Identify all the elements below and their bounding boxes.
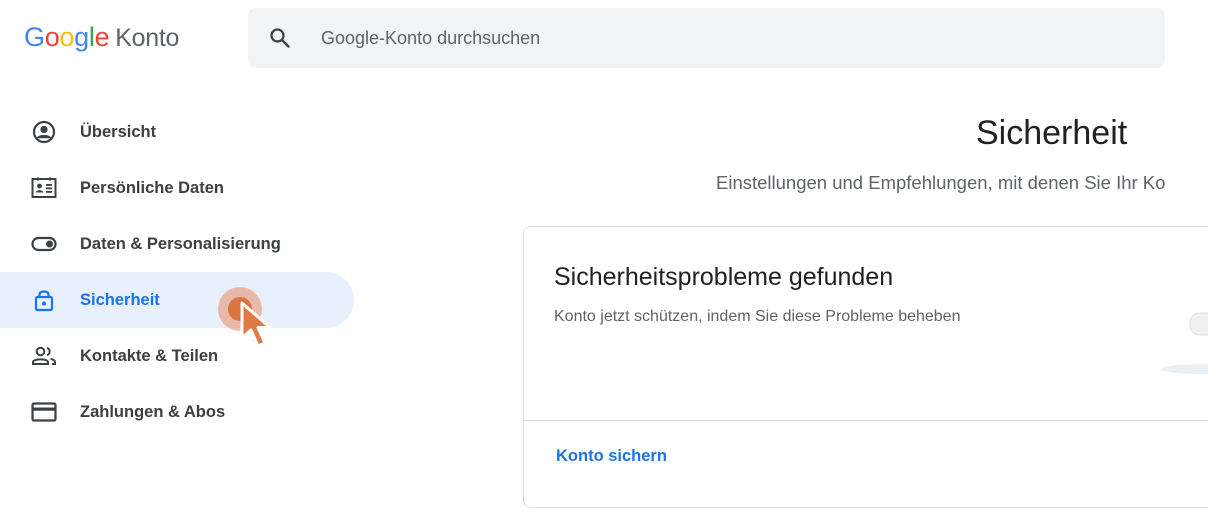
credit-card-icon (31, 402, 57, 422)
search-bar[interactable]: Google-Konto durchsuchen (248, 8, 1165, 68)
sidebar-item-kontakte-teilen[interactable]: Kontakte & Teilen (0, 328, 354, 384)
logo-letter: G (24, 22, 45, 52)
sidebar-item-label: Übersicht (80, 123, 157, 141)
google-konto-logo[interactable]: Google Konto (24, 22, 179, 53)
sidebar-item-label: Sicherheit (80, 291, 160, 309)
card-description: Konto jetzt schützen, indem Sie diese Pr… (554, 308, 961, 325)
lock-icon (34, 290, 54, 312)
sidebar-item-persoenliche-daten[interactable]: Persönliche Daten (0, 160, 354, 216)
sidebar-nav: Übersicht Persönliche Daten Daten & Pers… (0, 104, 360, 440)
people-icon (32, 346, 56, 365)
sidebar-item-daten-personalisierung[interactable]: Daten & Personalisierung (0, 216, 354, 272)
card-title: Sicherheitsprobleme gefunden (554, 263, 894, 291)
logo-product-name: Konto (115, 24, 180, 52)
logo-letter: o (59, 22, 75, 52)
mouse-cursor-icon (240, 301, 272, 348)
id-card-icon (31, 177, 57, 198)
page-subtitle: Einstellungen und Empfehlungen, mit dene… (716, 172, 1166, 193)
security-illustration-icon (1162, 312, 1208, 374)
logo-letter: g (74, 22, 89, 52)
sidebar-item-zahlungen-abos[interactable]: Zahlungen & Abos (0, 384, 354, 440)
security-issues-card: Sicherheitsprobleme gefunden Konto jetzt… (523, 226, 1208, 508)
sidebar-item-label: Daten & Personalisierung (80, 235, 281, 253)
sidebar-item-label: Zahlungen & Abos (80, 403, 226, 421)
sidebar-item-label: Kontakte & Teilen (80, 347, 219, 365)
logo-letter: e (94, 22, 110, 52)
search-icon[interactable] (268, 26, 292, 50)
search-input[interactable]: Google-Konto durchsuchen (321, 28, 540, 49)
sidebar-item-label: Persönliche Daten (80, 179, 224, 197)
logo-letter: o (44, 22, 60, 52)
page-title: Sicherheit (976, 114, 1128, 152)
sidebar-item-sicherheit[interactable]: Sicherheit (0, 272, 354, 328)
header: Google Konto Google-Konto durchsuchen (0, 0, 1208, 78)
account-circle-icon (32, 120, 56, 144)
secure-account-link[interactable]: Konto sichern (556, 447, 667, 466)
sidebar-item-uebersicht[interactable]: Übersicht (0, 104, 354, 160)
toggle-icon (31, 236, 57, 252)
card-divider (524, 420, 1208, 421)
